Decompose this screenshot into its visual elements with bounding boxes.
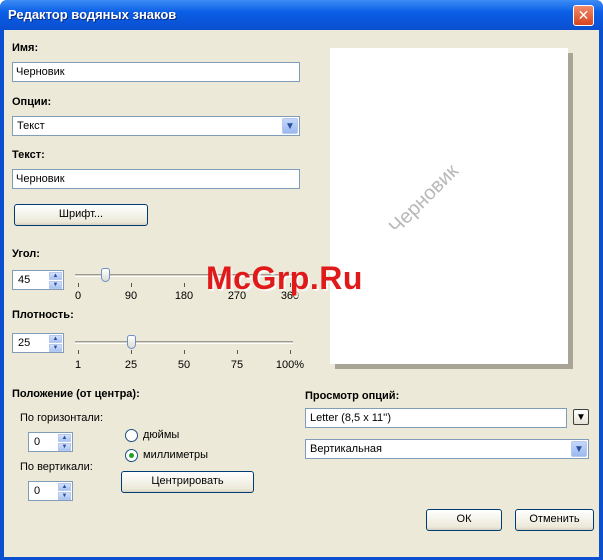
angle-tick-label: 0 xyxy=(74,290,82,302)
density-tick-label: 50 xyxy=(177,359,191,371)
chevron-down-icon[interactable]: ▼ xyxy=(571,441,587,457)
font-button[interactable]: Шрифт... xyxy=(14,204,148,226)
density-tick-label: 25 xyxy=(124,359,138,371)
name-label: Имя: xyxy=(12,42,39,54)
close-icon: ✕ xyxy=(577,7,590,23)
unit-mm-radio[interactable] xyxy=(125,449,138,462)
angle-value: 45 xyxy=(18,274,31,286)
preview-watermark-text: Черновик xyxy=(384,160,463,239)
spin-down-icon[interactable]: ▼ xyxy=(49,344,62,352)
horizontal-spinner[interactable]: 0 ▲ ▼ xyxy=(28,432,73,452)
watermark-editor-window: Редактор водяных знаков ✕ Имя: Опции: Те… xyxy=(0,0,603,560)
angle-tick-label: 90 xyxy=(124,290,138,302)
spin-up-icon[interactable]: ▲ xyxy=(58,434,71,442)
spin-up-icon[interactable]: ▲ xyxy=(49,272,62,280)
angle-spinner[interactable]: 45 ▲ ▼ xyxy=(12,270,64,290)
orientation-select[interactable]: Вертикальная ▼ xyxy=(305,439,589,459)
spin-up-icon[interactable]: ▲ xyxy=(49,335,62,343)
cancel-button[interactable]: Отменить xyxy=(515,509,594,531)
chevron-down-icon[interactable]: ▼ xyxy=(573,409,589,425)
paper-size-value: Letter (8,5 x 11'') xyxy=(310,412,392,424)
density-tick-mark xyxy=(131,350,132,354)
options-label: Опции: xyxy=(12,96,52,108)
title-bar[interactable]: Редактор водяных знаков ✕ xyxy=(0,0,603,30)
vertical-value: 0 xyxy=(34,485,41,497)
unit-inches-radio[interactable] xyxy=(125,429,138,442)
paper-size-dropdown-button[interactable]: ▼ xyxy=(570,408,590,428)
options-select-value: Текст xyxy=(17,120,45,132)
angle-slider-thumb[interactable] xyxy=(100,268,110,282)
density-tick-label: 100% xyxy=(275,359,305,371)
density-tick-mark xyxy=(78,350,79,354)
vertical-spinner[interactable]: 0 ▲ ▼ xyxy=(28,481,73,501)
angle-tick-mark xyxy=(78,283,79,287)
site-watermark: McGrp.Ru xyxy=(206,260,363,296)
center-button[interactable]: Центрировать xyxy=(121,471,254,493)
density-tick-mark xyxy=(237,350,238,354)
density-tick-label: 1 xyxy=(74,359,82,371)
angle-tick-mark xyxy=(131,283,132,287)
close-button[interactable]: ✕ xyxy=(573,5,594,26)
window-title: Редактор водяных знаков xyxy=(8,7,177,22)
density-tick-mark xyxy=(184,350,185,354)
text-label: Текст: xyxy=(12,149,45,161)
unit-mm-label: миллиметры xyxy=(143,449,209,461)
angle-tick-label: 180 xyxy=(174,290,194,302)
density-slider-track[interactable] xyxy=(75,341,293,344)
horizontal-label: По горизонтали: xyxy=(20,412,103,424)
density-tick-mark xyxy=(290,350,291,354)
preview-page: Черновик xyxy=(330,48,568,364)
spin-down-icon[interactable]: ▼ xyxy=(58,443,71,451)
options-select[interactable]: Текст ▼ xyxy=(12,116,300,136)
chevron-down-icon[interactable]: ▼ xyxy=(282,118,298,134)
spin-down-icon[interactable]: ▼ xyxy=(49,281,62,289)
position-label: Положение (от центра): xyxy=(12,388,140,400)
name-input[interactable] xyxy=(12,62,300,82)
text-input[interactable] xyxy=(12,169,300,189)
density-spinner[interactable]: 25 ▲ ▼ xyxy=(12,333,64,353)
vertical-label: По вертикали: xyxy=(20,461,93,473)
density-slider-thumb[interactable] xyxy=(127,335,136,349)
horizontal-value: 0 xyxy=(34,436,41,448)
density-tick-label: 75 xyxy=(230,359,244,371)
unit-inches-label: дюймы xyxy=(143,429,180,441)
ok-button[interactable]: ОК xyxy=(426,509,502,531)
density-value: 25 xyxy=(18,337,31,349)
spin-up-icon[interactable]: ▲ xyxy=(58,483,71,491)
orientation-value: Вертикальная xyxy=(310,443,382,455)
paper-size-select[interactable]: Letter (8,5 x 11'') xyxy=(305,408,567,428)
angle-label: Угол: xyxy=(12,248,40,260)
spin-down-icon[interactable]: ▼ xyxy=(58,492,71,500)
density-label: Плотность: xyxy=(12,309,74,321)
preview-options-label: Просмотр опций: xyxy=(305,390,400,402)
angle-tick-mark xyxy=(184,283,185,287)
